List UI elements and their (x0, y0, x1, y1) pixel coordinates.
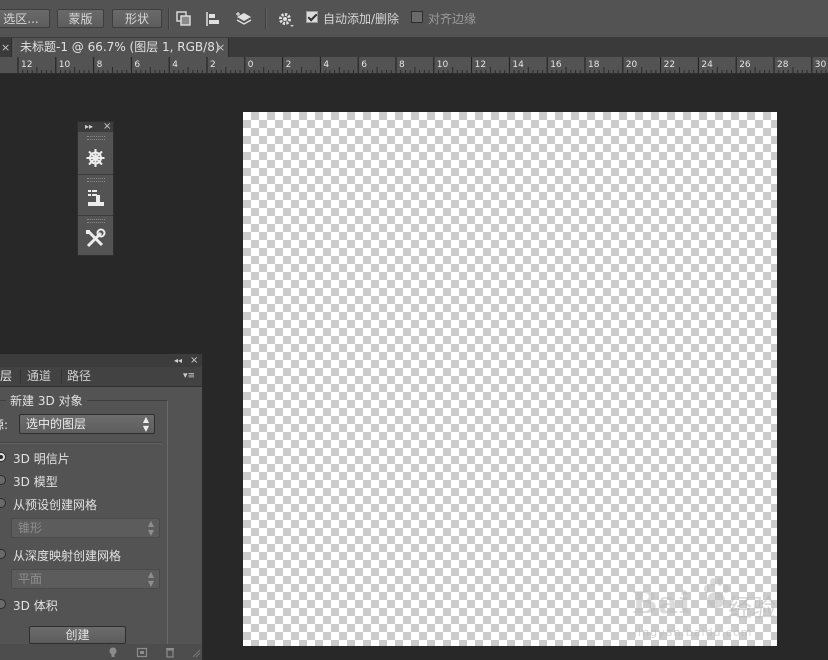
resize-grip-icon[interactable] (189, 646, 201, 658)
drag-grip[interactable] (87, 178, 105, 182)
panel-menu-icon[interactable]: ▾≡ (183, 367, 195, 386)
tab-paths[interactable]: 路径 (67, 367, 91, 386)
ruler-label: 4 (172, 60, 178, 70)
option-3d-postcard: 3D 明信片 (13, 452, 70, 466)
ruler-label: 12 (21, 60, 32, 70)
ruler-label: 2 (286, 60, 292, 70)
ruler-label: 16 (550, 60, 562, 70)
option-preset-mesh: 从预设创建网格 (13, 498, 98, 512)
shape-button[interactable]: 形状 (112, 9, 162, 28)
ruler-label: 6 (361, 60, 367, 70)
gear-icon[interactable] (276, 10, 294, 28)
collapse-icon[interactable]: ◂◂ (174, 354, 182, 367)
watermark-brand: Bai (632, 586, 692, 621)
ruler-label: 18 (588, 60, 600, 70)
horizontal-ruler[interactable]: 12 10 8 6 4 2 0 2 4 6 8 10 12 14 16 18 20 22 24 26 28 30 (0, 57, 828, 74)
auto-add-delete-label: 自动添加/删除 (323, 12, 400, 26)
document-canvas[interactable] (243, 112, 777, 646)
ruler-label: 4 (323, 60, 329, 70)
mask-button[interactable]: 蒙版 (57, 9, 104, 28)
paw-icon (704, 578, 729, 608)
lightbulb-icon[interactable] (107, 646, 119, 658)
ruler-label: 8 (97, 60, 103, 70)
ruler-label: 26 (739, 60, 751, 70)
properties-icon[interactable] (82, 185, 109, 211)
tab-layers[interactable]: 层 (0, 367, 12, 386)
panel-tabs: 层 通道 路径 ▾≡ (0, 367, 202, 387)
close-icon[interactable]: × (190, 354, 198, 367)
drag-grip[interactable] (87, 136, 105, 140)
separator (168, 8, 170, 30)
chevron-updown-icon: ▲ ▼ (147, 570, 154, 588)
path-alignment-icon[interactable] (204, 10, 222, 28)
selection-button[interactable]: 选区... (0, 9, 50, 28)
ruler-label: 2 (210, 60, 216, 70)
ruler-label: 30 (815, 60, 827, 70)
document-tab[interactable]: 未标题-1 @ 66.7% (图层 1, RGB/8) × (11, 38, 229, 57)
ruler-label: 0 (248, 60, 254, 70)
divider (61, 369, 62, 384)
tools-icon[interactable] (82, 226, 109, 252)
divider (78, 174, 113, 175)
new-object-icon[interactable] (136, 646, 148, 658)
ruler-label: 12 (475, 60, 486, 70)
chevron-updown-icon: ▲ ▼ (147, 519, 154, 537)
group-title: 新建 3D 对象 (6, 392, 87, 409)
close-icon[interactable]: × (1, 38, 10, 57)
floating-panel-strip: ▸▸ × (77, 121, 114, 256)
depth-map-value: 平面 (18, 572, 43, 586)
3d-panel: ◂◂ × 层 通道 路径 ▾≡ 新建 3D 对象 源: 选中的图层 ▲▼ 3D … (0, 354, 203, 660)
preset-mesh-select[interactable]: 锥形 ▲ ▼ (11, 518, 160, 538)
option-depth-map-mesh: 从深度映射创建网格 (13, 549, 122, 563)
document-tab-bar: × 未标题-1 @ 66.7% (图层 1, RGB/8) × (0, 38, 828, 57)
source-select[interactable]: 选中的图层 ▲ ▼ (19, 414, 155, 434)
3d-ship-wheel-icon[interactable] (82, 145, 109, 171)
source-label: 源: (0, 418, 9, 432)
divider (78, 215, 113, 216)
baidu-jingyan-watermark: Bai 经验 jingyan.baidu.com (632, 568, 782, 648)
ruler-label: 8 (399, 60, 405, 70)
depth-map-select[interactable]: 平面 ▲ ▼ (11, 569, 160, 589)
option-3d-volume: 3D 体积 (13, 599, 58, 613)
path-operations-icon[interactable] (175, 10, 193, 28)
ruler-label: 28 (777, 60, 789, 70)
source-select-value: 选中的图层 (26, 417, 87, 431)
document-tab-title: 未标题-1 @ 66.7% (图层 1, RGB/8) (20, 40, 220, 54)
ruler-label: 10 (59, 60, 71, 70)
watermark-brand-cn: 经验 (728, 594, 776, 622)
chevron-updown-icon: ▲ ▼ (142, 415, 149, 433)
ruler-label: 14 (512, 60, 524, 70)
options-bar: 选区... 蒙版 形状 自动添加/删除 对齐边缘 (0, 0, 828, 38)
ruler-label: 24 (701, 60, 713, 70)
close-icon[interactable]: × (103, 122, 111, 132)
watermark-site: jingyan.baidu.com (634, 626, 753, 639)
ruler-label: 20 (626, 60, 638, 70)
path-arrangement-icon[interactable] (235, 10, 253, 28)
separator (265, 8, 267, 30)
divider (20, 369, 21, 384)
close-icon[interactable]: × (216, 38, 225, 57)
align-edges-label: 对齐边缘 (428, 12, 477, 26)
panel-footer (0, 644, 202, 660)
ruler-ticks: 12 10 8 6 4 2 0 2 4 6 8 10 12 14 16 18 20 22 24 26 28 30 (17, 57, 827, 73)
ruler-label: 10 (437, 60, 449, 70)
trash-icon[interactable] (164, 646, 176, 658)
align-edges-checkbox[interactable] (411, 11, 423, 23)
create-button[interactable]: 创建 (29, 626, 126, 644)
ruler-label: 6 (134, 60, 140, 70)
auto-add-delete-checkbox[interactable] (306, 11, 318, 23)
collapse-icon[interactable]: ▸▸ (85, 122, 93, 132)
option-3d-model: 3D 模型 (13, 475, 58, 489)
preset-mesh-value: 锥形 (18, 521, 43, 535)
tab-channels[interactable]: 通道 (27, 367, 51, 386)
ruler-label: 22 (664, 60, 675, 70)
strip-header[interactable]: ▸▸ × (78, 122, 113, 132)
drag-grip[interactable] (87, 219, 105, 223)
divider (0, 442, 162, 444)
panel-header[interactable]: ◂◂ × (0, 354, 202, 367)
